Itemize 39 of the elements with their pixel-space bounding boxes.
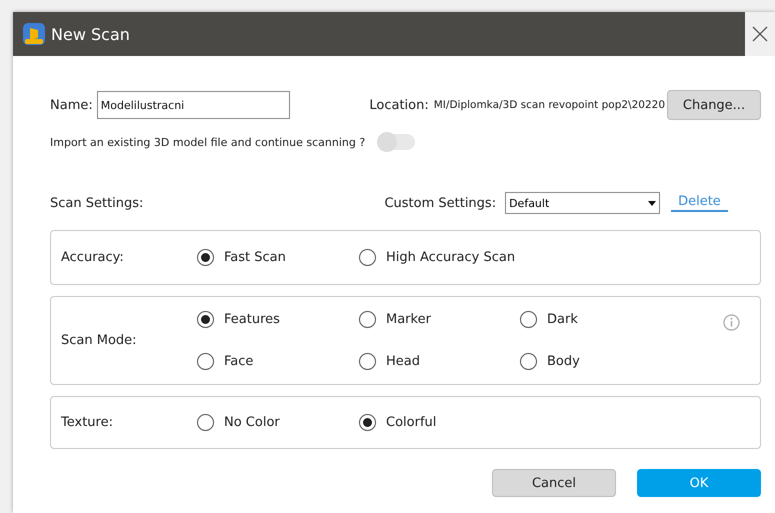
radio-option[interactable]: High Accuracy Scan [359, 249, 520, 266]
location-label: Location: [369, 98, 429, 112]
app-logo-icon [23, 23, 45, 45]
close-button[interactable] [745, 12, 775, 56]
radio-button[interactable] [359, 353, 376, 370]
radio-option[interactable]: Body [520, 353, 670, 370]
custom-settings-label: Custom Settings: [384, 196, 496, 210]
cancel-button[interactable]: Cancel [492, 469, 616, 497]
radio-option[interactable]: Fast Scan [197, 249, 359, 266]
radio-button[interactable] [520, 311, 537, 328]
radio-button[interactable] [197, 311, 214, 328]
name-field[interactable]: Modelilustracni [96, 91, 290, 119]
group-label: Texture: [60, 415, 114, 430]
change-button[interactable]: Change... [667, 90, 761, 120]
radio-option[interactable]: Marker [359, 311, 520, 328]
radio-option[interactable]: Face [197, 353, 359, 370]
radio-option[interactable]: Colorful [359, 414, 520, 431]
location-path: MI/Diplomka/3D scan revopoint pop2\20220 [434, 99, 665, 111]
group-label: Scan Mode: [60, 333, 138, 348]
dropdown-caret-icon [648, 200, 656, 206]
radio-button[interactable] [359, 414, 376, 431]
radio-button[interactable] [197, 249, 214, 266]
radio-button[interactable] [197, 414, 214, 431]
name-label: Name: [50, 98, 93, 112]
window-title: New Scan [51, 24, 130, 44]
radio-button[interactable] [197, 353, 214, 370]
radio-button[interactable] [359, 311, 376, 328]
group-label: Accuracy: [60, 250, 125, 265]
close-icon [752, 26, 768, 42]
settings-dropdown[interactable]: Default [505, 192, 660, 214]
import-label: Import an existing 3D model file and continue scanning ? [50, 136, 366, 148]
radio-button[interactable] [520, 353, 537, 370]
radio-option[interactable]: Features [197, 311, 359, 328]
radio-option[interactable]: Dark [520, 311, 670, 328]
radio-option[interactable]: Head [359, 353, 520, 370]
radio-button[interactable] [359, 249, 376, 266]
scan-settings-label: Scan Settings: [50, 196, 144, 210]
import-toggle[interactable] [377, 134, 416, 150]
radio-option[interactable]: No Color [197, 414, 359, 431]
